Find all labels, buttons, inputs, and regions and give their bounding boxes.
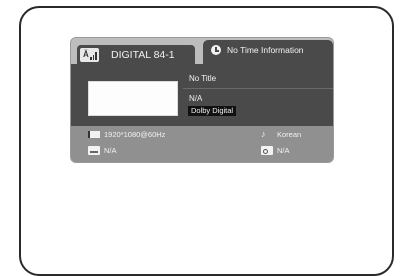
details-panel: 1920*1080@60Hz ♪ Korean N/A N/A (71, 126, 333, 162)
time-info: No Time Information (227, 45, 304, 55)
info-divider (183, 88, 333, 89)
program-title: No Title (189, 74, 217, 83)
program-detail: N/A (189, 94, 203, 103)
channel-info-banner: Ă DIGITAL 84-1 No Time Information No Ti… (71, 38, 333, 162)
clock-icon (211, 45, 221, 55)
rating-value: N/A (277, 146, 290, 155)
antenna-signal-icon: Ă (80, 48, 99, 62)
subtitle-icon (88, 146, 100, 155)
rating-lock-icon (261, 146, 273, 155)
program-info-panel: No Title N/A Dolby Digital (71, 64, 333, 126)
channel-preview (88, 81, 178, 116)
channel-label: DIGITAL 84-1 (111, 49, 175, 61)
resolution-icon (88, 131, 100, 138)
subtitle-value: N/A (104, 146, 117, 155)
language-value: Korean (277, 130, 302, 139)
audio-format-badge: Dolby Digital (188, 106, 237, 116)
resolution-value: 1920*1080@60Hz (104, 130, 166, 139)
language-icon: ♪ (261, 129, 266, 139)
banner-header: Ă DIGITAL 84-1 No Time Information (71, 38, 333, 65)
